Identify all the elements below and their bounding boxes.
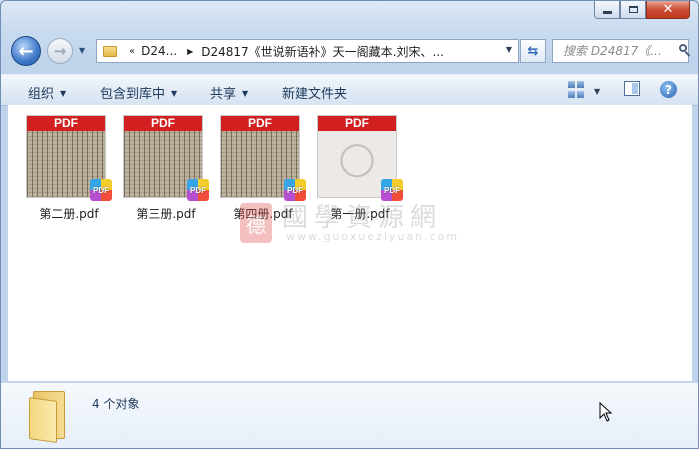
new-folder-button[interactable]: 新建文件夹 <box>282 83 347 102</box>
watermark: 德 國學資源網 www.guoxueziyuan.com <box>240 197 500 253</box>
details-pane: 4 个对象 <box>1 382 698 448</box>
pdf-app-icon: PDF <box>187 179 209 201</box>
close-icon: ✕ <box>662 2 674 17</box>
maximize-button[interactable] <box>620 1 646 19</box>
pdf-label: PDF <box>221 116 299 131</box>
address-bar[interactable]: « D24... ▶ D24817《世说新语补》天一阁藏本.刘宋、... ▼ <box>96 39 519 63</box>
command-bar: 组织 ▼ 包含到库中 ▼ 共享 ▼ 新建文件夹 ▼ ? <box>1 74 698 106</box>
include-library-menu[interactable]: 包含到库中 ▼ <box>100 83 177 102</box>
back-arrow-icon: ← <box>18 40 34 62</box>
view-dropdown-icon[interactable]: ▼ <box>594 87 600 96</box>
history-dropdown-icon[interactable]: ▼ <box>79 46 89 56</box>
pdf-thumbnail: PDF PDF <box>124 116 209 201</box>
pdf-thumbnail: PDF PDF <box>27 116 112 201</box>
file-item[interactable]: PDF PDF 第二册.pdf <box>21 113 112 225</box>
minimize-button[interactable] <box>594 1 620 19</box>
include-library-label: 包含到库中 <box>100 87 166 102</box>
watermark-title: 國學資源網 <box>282 203 443 233</box>
forward-button[interactable]: → <box>47 38 73 64</box>
share-label: 共享 <box>210 87 237 102</box>
refresh-button[interactable]: ⇆ <box>520 39 546 63</box>
new-folder-label: 新建文件夹 <box>282 87 348 102</box>
pdf-label: PDF <box>124 116 202 131</box>
explorer-window: ✕ ← → ▼ « D24... ▶ D24817《世说新语补》天一阁藏本.刘宋… <box>0 0 699 449</box>
watermark-seal: 德 <box>240 203 272 243</box>
chevron-down-icon: ▼ <box>171 89 178 98</box>
file-list[interactable]: PDFPDF第二册.pdfPDFPDF第三册.pdfPDFPDF第四册.pdfP… <box>8 105 692 381</box>
folder-icon <box>103 45 117 57</box>
minimize-icon <box>602 11 612 14</box>
mouse-cursor-icon <box>599 402 613 422</box>
chevron-down-icon: ▼ <box>242 89 249 98</box>
pdf-app-icon: PDF <box>90 179 112 201</box>
share-menu[interactable]: 共享 ▼ <box>210 83 248 102</box>
preview-pane-icon[interactable] <box>624 81 640 96</box>
change-view-icon[interactable] <box>568 81 585 98</box>
root-chevron[interactable]: « <box>129 46 135 57</box>
forward-arrow-icon: → <box>53 42 67 60</box>
watermark-url: www.guoxueziyuan.com <box>286 230 460 243</box>
navigation-bar: ← → ▼ « D24... ▶ D24817《世说新语补》天一阁藏本.刘宋、.… <box>1 34 698 68</box>
refresh-icon: ⇆ <box>527 43 539 59</box>
maximize-icon <box>628 6 638 13</box>
organize-menu[interactable]: 组织 ▼ <box>28 83 66 102</box>
breadcrumb-current[interactable]: D24817《世说新语补》天一阁藏本.刘宋、... <box>201 43 444 60</box>
file-name[interactable]: 第二册.pdf <box>21 205 117 222</box>
caption-buttons: ✕ <box>594 1 690 21</box>
search-icon[interactable] <box>677 43 691 59</box>
file-name[interactable]: 第三册.pdf <box>118 205 214 222</box>
breadcrumb-separator-icon[interactable]: ▶ <box>187 47 193 56</box>
search-input[interactable] <box>561 43 677 59</box>
folder-icon <box>29 391 65 443</box>
address-dropdown-icon[interactable]: ▼ <box>506 45 512 54</box>
chevron-down-icon: ▼ <box>60 89 67 98</box>
close-button[interactable]: ✕ <box>646 1 690 19</box>
pdf-label: PDF <box>27 116 105 131</box>
object-count: 4 个对象 <box>92 397 140 411</box>
file-item[interactable]: PDF PDF 第三册.pdf <box>118 113 209 225</box>
breadcrumb-parent[interactable]: D24... <box>141 44 177 58</box>
pdf-label: PDF <box>318 116 396 131</box>
search-box[interactable] <box>552 39 691 63</box>
organize-label: 组织 <box>28 87 55 102</box>
back-button[interactable]: ← <box>11 36 41 66</box>
pdf-thumbnail: PDF PDF <box>318 116 403 201</box>
help-icon[interactable]: ? <box>660 81 677 98</box>
pdf-thumbnail: PDF PDF <box>221 116 306 201</box>
